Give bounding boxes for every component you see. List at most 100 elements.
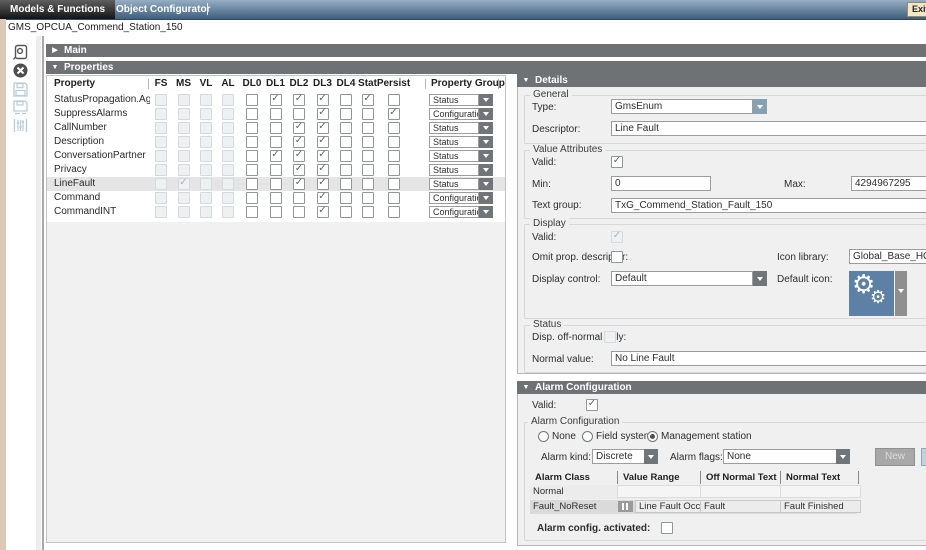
property-group-dropdown[interactable]: Status (429, 122, 493, 134)
property-group-dropdown[interactable]: Status (429, 178, 493, 190)
checkbox-stat[interactable] (362, 122, 374, 134)
checkbox-dl3[interactable] (317, 164, 329, 176)
checkbox-dl2[interactable] (293, 150, 305, 162)
checkbox-dl4[interactable] (340, 122, 352, 134)
valid-checkbox[interactable] (611, 156, 623, 168)
checkbox-dl1[interactable] (270, 94, 282, 106)
checkbox-dl0[interactable] (246, 94, 258, 106)
table-row[interactable]: CommandINTConfiguration (47, 205, 505, 219)
off-normal-text-cell[interactable] (700, 485, 784, 498)
chevron-down-icon[interactable] (753, 99, 767, 114)
chevron-down-icon[interactable] (479, 206, 493, 218)
chevron-down-icon[interactable] (479, 164, 493, 176)
display-control-dropdown[interactable]: Default (611, 271, 768, 286)
default-icon-dropdown-button[interactable] (895, 271, 907, 316)
checkbox-dl4[interactable] (340, 94, 352, 106)
table-row[interactable]: CallNumberStatus (47, 121, 505, 135)
min-field[interactable]: 0 (611, 176, 711, 191)
checkbox-persist[interactable] (388, 136, 400, 148)
checkbox-dl4[interactable] (340, 192, 352, 204)
checkbox-persist[interactable] (388, 178, 400, 190)
checkbox-dl1[interactable] (270, 164, 282, 176)
checkbox-dl0[interactable] (246, 192, 258, 204)
property-group-dropdown[interactable]: Status (429, 94, 493, 106)
alarm-activated-checkbox[interactable] (661, 522, 673, 534)
checkbox-dl3[interactable] (317, 108, 329, 120)
checkbox-dl4[interactable] (340, 206, 352, 218)
chevron-down-icon[interactable] (479, 94, 493, 106)
alarm-configuration-section-header[interactable]: ▼Alarm Configuration (517, 381, 926, 394)
property-group-dropdown[interactable]: Configuration (429, 108, 493, 120)
alarm-flags-dropdown[interactable]: None (723, 449, 850, 464)
property-group-dropdown[interactable]: Configuration (429, 206, 493, 218)
checkbox-persist[interactable] (388, 108, 400, 120)
checkbox-dl4[interactable] (340, 164, 352, 176)
alarm-valid-checkbox[interactable] (586, 399, 598, 411)
checkbox-stat[interactable] (362, 206, 374, 218)
drag-handle-icon[interactable] (618, 501, 633, 512)
checkbox-dl1[interactable] (270, 178, 282, 190)
checkbox-dl2[interactable] (293, 206, 305, 218)
new-button[interactable]: New (875, 448, 915, 466)
radio-field-system[interactable] (582, 431, 593, 442)
checkbox-dl4[interactable] (340, 150, 352, 162)
checkbox-persist[interactable] (388, 150, 400, 162)
chevron-down-icon[interactable] (479, 122, 493, 134)
checkbox-dl1[interactable] (270, 206, 282, 218)
table-row[interactable]: PrivacyStatus (47, 163, 505, 177)
checkbox-dl4[interactable] (340, 136, 352, 148)
checkbox-dl1[interactable] (270, 108, 282, 120)
value-range-cell[interactable] (617, 485, 705, 498)
checkbox-dl0[interactable] (246, 136, 258, 148)
checkbox-stat[interactable] (362, 136, 374, 148)
chevron-down-icon[interactable] (479, 150, 493, 162)
descriptor-field[interactable]: Line Fault (611, 121, 926, 136)
checkbox-persist[interactable] (388, 94, 400, 106)
chevron-down-icon[interactable] (479, 108, 493, 120)
checkbox-dl1[interactable] (270, 122, 282, 134)
checkbox-stat[interactable] (362, 164, 374, 176)
details-section-header[interactable]: ▼Details (517, 74, 926, 87)
property-group-dropdown[interactable]: Status (429, 136, 493, 148)
chevron-down-icon[interactable] (479, 192, 493, 204)
checkbox-dl0[interactable] (246, 150, 258, 162)
checkbox-dl3[interactable] (317, 150, 329, 162)
checkbox-dl1[interactable] (270, 192, 282, 204)
normal-text-cell[interactable]: Fault Finished (780, 500, 861, 513)
chevron-down-icon[interactable] (753, 271, 767, 286)
close-icon[interactable] (11, 62, 30, 79)
off-normal-text-cell[interactable]: Fault (700, 500, 784, 513)
checkbox-dl1[interactable] (270, 150, 282, 162)
chevron-down-icon[interactable] (479, 136, 493, 148)
property-group-dropdown[interactable]: Status (429, 164, 493, 176)
checkbox-stat[interactable] (362, 108, 374, 120)
normal-value-field[interactable]: No Line Fault (611, 351, 926, 366)
checkbox-persist[interactable] (388, 206, 400, 218)
omit-descriptor-checkbox[interactable] (611, 251, 623, 263)
table-row[interactable]: LineFaultStatus (47, 177, 505, 191)
checkbox-stat[interactable] (362, 178, 374, 190)
property-group-dropdown[interactable]: Status (429, 150, 493, 162)
tab-models-functions[interactable]: Models & Functions (0, 0, 115, 19)
checkbox-stat[interactable] (362, 150, 374, 162)
text-group-field[interactable]: TxG_Commend_Station_Fault_150 (611, 198, 926, 213)
radio-management-station[interactable] (647, 431, 658, 442)
checkbox-dl4[interactable] (340, 108, 352, 120)
chevron-down-icon[interactable] (644, 449, 658, 464)
table-row[interactable]: ConversationPartnerStatus (47, 149, 505, 163)
tab-object-configurator[interactable]: Object Configurator (106, 0, 220, 19)
checkbox-dl1[interactable] (270, 136, 282, 148)
checkbox-dl2[interactable] (293, 192, 305, 204)
checkbox-persist[interactable] (388, 192, 400, 204)
checkbox-dl3[interactable] (317, 122, 329, 134)
checkbox-stat[interactable] (362, 192, 374, 204)
checkbox-stat[interactable] (362, 94, 374, 106)
checkbox-dl2[interactable] (293, 136, 305, 148)
checkbox-dl4[interactable] (340, 178, 352, 190)
exit-button[interactable]: Exit (907, 2, 926, 17)
table-row[interactable]: SuppressAlarmsConfiguration (47, 107, 505, 121)
checkbox-dl0[interactable] (246, 178, 258, 190)
table-row[interactable]: CommandConfiguration (47, 191, 505, 205)
checkbox-dl0[interactable] (246, 206, 258, 218)
checkbox-dl0[interactable] (246, 108, 258, 120)
